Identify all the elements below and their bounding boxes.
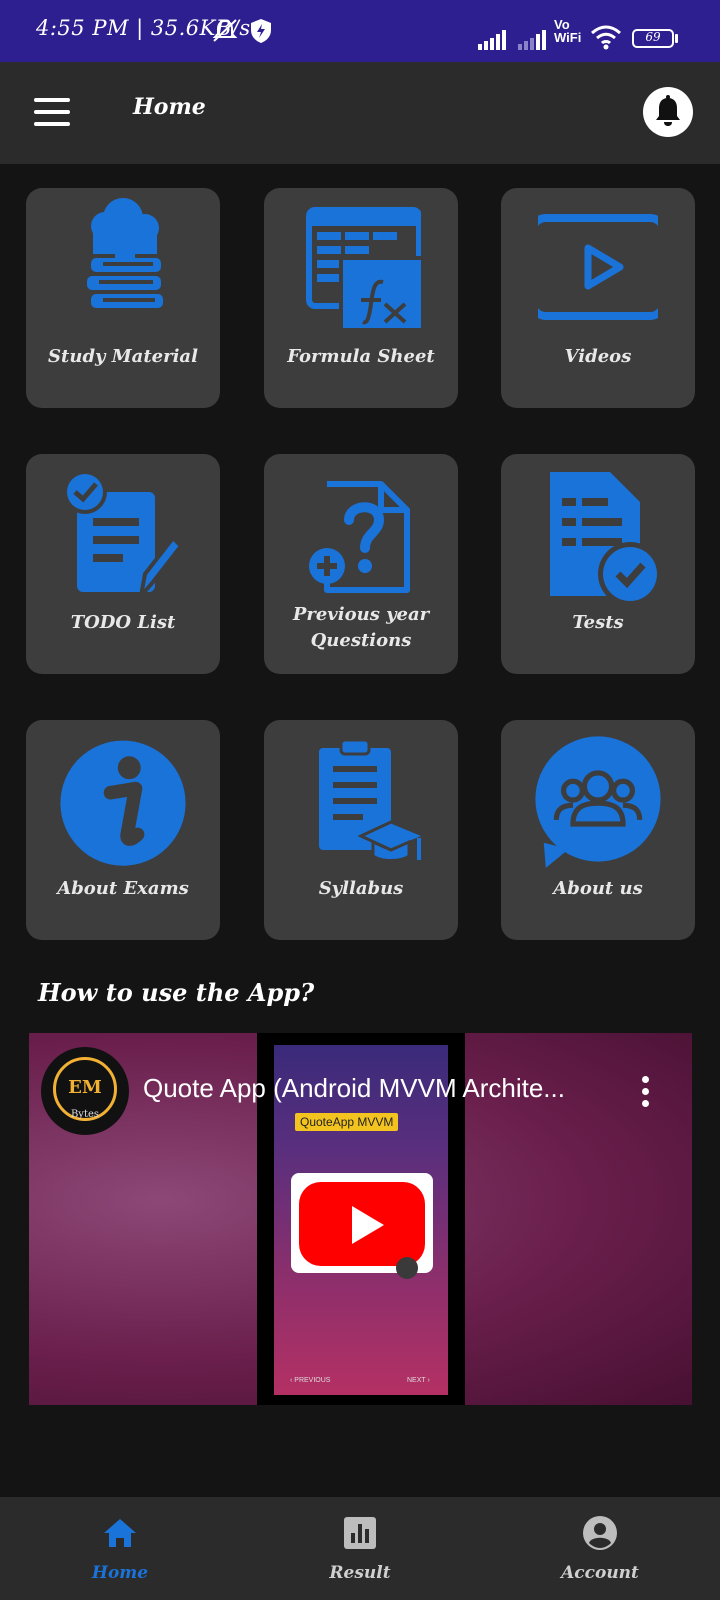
battery-icon: 69 xyxy=(632,29,674,48)
nav-result[interactable]: Result xyxy=(240,1497,480,1600)
page-title: Home xyxy=(133,94,206,120)
tile-about-us[interactable]: About us xyxy=(501,720,695,940)
tile-label: Syllabus xyxy=(318,878,404,899)
home-icon xyxy=(104,1519,136,1547)
video-title[interactable]: Quote App (Android MVVM Archite... xyxy=(143,1073,565,1104)
signal-icon xyxy=(518,30,546,50)
vowifi-label: Vo WiFi xyxy=(554,17,582,45)
nav-home[interactable]: Home xyxy=(0,1497,240,1600)
status-bar: 4:55 PM | 35.6KB/s Vo WiFi 69 xyxy=(0,0,720,62)
tile-label: Formula Sheet xyxy=(287,346,435,367)
mute-icon xyxy=(212,19,238,42)
tile-todo-list[interactable]: TODO List xyxy=(26,454,220,674)
share-icon xyxy=(396,1257,418,1279)
nav-label: Home xyxy=(91,1563,149,1583)
account-icon xyxy=(583,1516,617,1550)
bottom-nav: Home Result Account xyxy=(0,1497,720,1600)
tile-label: Study Material xyxy=(48,346,198,367)
more-vert-icon[interactable] xyxy=(642,1076,650,1108)
group-chat-icon xyxy=(535,736,661,868)
tile-label: TODO List xyxy=(70,612,176,633)
tile-study-material[interactable]: Study Material xyxy=(26,188,220,408)
hamburger-icon[interactable] xyxy=(34,98,70,126)
todo-list-icon xyxy=(63,470,183,602)
shield-icon xyxy=(251,19,271,43)
wifi-icon xyxy=(591,25,621,50)
tile-label: Previous year Questions xyxy=(292,604,430,651)
nav-label: Account xyxy=(561,1563,639,1583)
battery-tip xyxy=(675,34,678,43)
next-label: NEXT › xyxy=(407,1377,430,1384)
section-title: How to use the App? xyxy=(38,978,315,1007)
info-icon xyxy=(60,740,186,866)
tile-formula-sheet[interactable]: Formula Sheet xyxy=(264,188,458,408)
video-play-icon xyxy=(538,214,658,320)
books-cloud-icon xyxy=(87,198,163,308)
channel-logo-text: EM xyxy=(68,1077,102,1098)
video-player[interactable]: QuoteApp MVVM ‹ PREVIOUS NEXT › EM Bytes… xyxy=(29,1033,692,1405)
tile-label: Tests xyxy=(572,612,624,633)
channel-logo-subtext: Bytes xyxy=(70,1109,100,1120)
youtube-play-button[interactable] xyxy=(299,1182,425,1266)
app-bar: Home xyxy=(0,62,720,164)
bar-chart-icon xyxy=(344,1517,376,1549)
formula-sheet-icon xyxy=(306,207,421,332)
syllabus-icon xyxy=(319,738,421,862)
question-file-icon xyxy=(309,481,410,593)
tile-about-exams[interactable]: About Exams xyxy=(26,720,220,940)
signal-icon xyxy=(478,30,506,50)
tile-label: Videos xyxy=(564,346,632,367)
video-chip: QuoteApp MVVM xyxy=(295,1113,399,1131)
battery-level: 69 xyxy=(645,30,661,44)
tile-syllabus[interactable]: Syllabus xyxy=(264,720,458,940)
prev-label: ‹ PREVIOUS xyxy=(290,1377,331,1384)
bell-icon[interactable] xyxy=(643,87,693,137)
tile-tests[interactable]: Tests xyxy=(501,454,695,674)
tile-videos[interactable]: Videos xyxy=(501,188,695,408)
tile-label: About Exams xyxy=(57,878,189,899)
tile-previous-year-questions[interactable]: Previous year Questions xyxy=(264,454,458,674)
tile-label: About us xyxy=(553,878,643,899)
nav-label: Result xyxy=(329,1563,391,1583)
channel-avatar[interactable]: EM Bytes xyxy=(41,1047,129,1135)
test-check-icon xyxy=(550,472,658,602)
nav-account[interactable]: Account xyxy=(480,1497,720,1600)
